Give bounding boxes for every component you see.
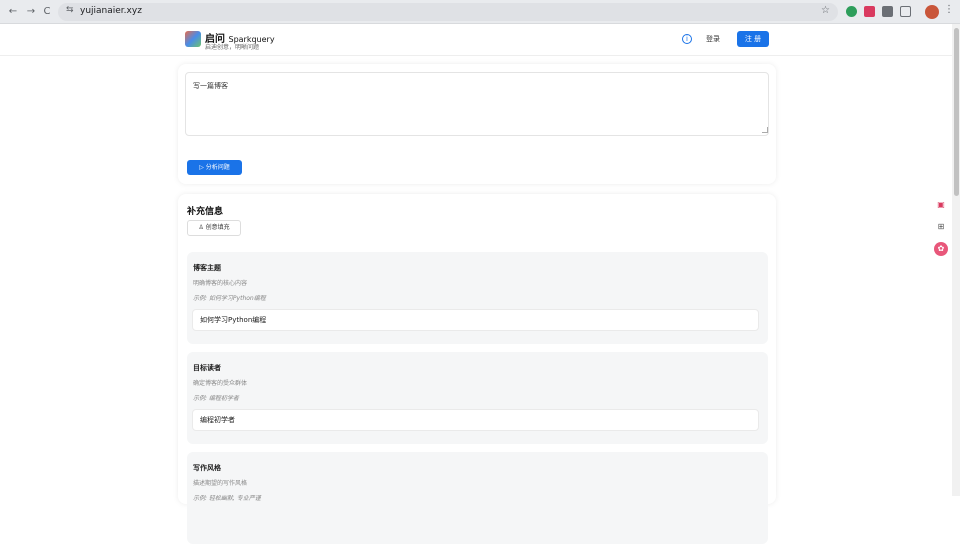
fill-icon: ♙: [198, 224, 204, 231]
field-writing-style: 写作风格 描述期望的写作风格 示例: 轻松幽默, 专业严谨: [187, 452, 768, 544]
analyze-button-label: 分析问题: [205, 164, 230, 171]
page-scrollbar-thumb[interactable]: [954, 28, 959, 196]
field-example: 示例: 轻松幽默, 专业严谨: [193, 495, 261, 502]
query-textarea[interactable]: 写一篇博客: [185, 72, 769, 136]
creative-fill-label: 创意填充: [205, 224, 230, 231]
forward-arrow-icon[interactable]: →: [24, 5, 38, 19]
puzzle-extensions-icon[interactable]: [900, 6, 911, 17]
register-button[interactable]: 注 册: [737, 31, 769, 47]
brand-tagline: 启迪创意，明晰问题: [205, 44, 260, 51]
browser-menu-icon[interactable]: ⋮: [944, 4, 954, 15]
browser-toolbar: ← → C ⇆ yujianaier.xyz ☆ ⋮: [0, 0, 960, 24]
site-settings-icon[interactable]: ⇆: [66, 5, 74, 15]
login-button[interactable]: 登录: [700, 32, 726, 46]
address-bar[interactable]: ⇆ yujianaier.xyz ☆: [58, 3, 838, 21]
shield-extension-icon[interactable]: [846, 6, 857, 17]
field-description: 确定博客的受众群体: [193, 380, 248, 387]
url-text[interactable]: yujianaier.xyz: [80, 6, 142, 16]
supplement-title: 补充信息: [187, 207, 224, 217]
textarea-resize-handle[interactable]: [762, 127, 768, 133]
reload-icon[interactable]: C: [40, 5, 54, 19]
field-target-audience: 目标读者 确定博客的受众群体 示例: 编程初学者 编程初学者: [187, 352, 768, 444]
app-logo: [185, 31, 201, 47]
field-description: 描述期望的写作风格: [193, 480, 248, 487]
field-example: 示例: 如何学习Python编程: [193, 295, 266, 302]
back-arrow-icon[interactable]: ←: [6, 5, 20, 19]
query-card: 写一篇博客 ▷ 分析问题: [178, 64, 776, 184]
creative-fill-button[interactable]: ♙ 创意填充: [187, 220, 241, 236]
field-label: 博客主题: [193, 264, 221, 272]
supplement-card: 补充信息 ♙ 创意填充 博客主题 明确博客的核心内容 示例: 如何学习Pytho…: [178, 194, 776, 544]
app-header: 启问 Sparkquery 启迪创意，明晰问题 i 登录 注 册: [0, 24, 952, 56]
field-label: 写作风格: [193, 464, 221, 472]
blog-topic-input[interactable]: 如何学习Python编程: [192, 309, 759, 331]
profile-avatar[interactable]: [925, 5, 939, 19]
extension-icon[interactable]: [882, 6, 893, 17]
analyze-button[interactable]: ▷ 分析问题: [187, 160, 242, 175]
info-icon[interactable]: i: [682, 34, 692, 44]
side-plugin-icon[interactable]: ✿: [934, 242, 948, 256]
side-tool-icon[interactable]: ▣: [934, 198, 948, 212]
qr-code-icon[interactable]: ⊞: [934, 220, 948, 234]
send-icon: ▷: [199, 164, 204, 171]
field-description: 明确博客的核心内容: [193, 280, 248, 287]
field-label: 目标读者: [193, 364, 221, 372]
field-example: 示例: 编程初学者: [193, 395, 239, 402]
extension-icon[interactable]: [864, 6, 875, 17]
bookmark-star-icon[interactable]: ☆: [821, 5, 830, 16]
field-blog-topic: 博客主题 明确博客的核心内容 示例: 如何学习Python编程 如何学习Pyth…: [187, 252, 768, 344]
target-audience-input[interactable]: 编程初学者: [192, 409, 759, 431]
